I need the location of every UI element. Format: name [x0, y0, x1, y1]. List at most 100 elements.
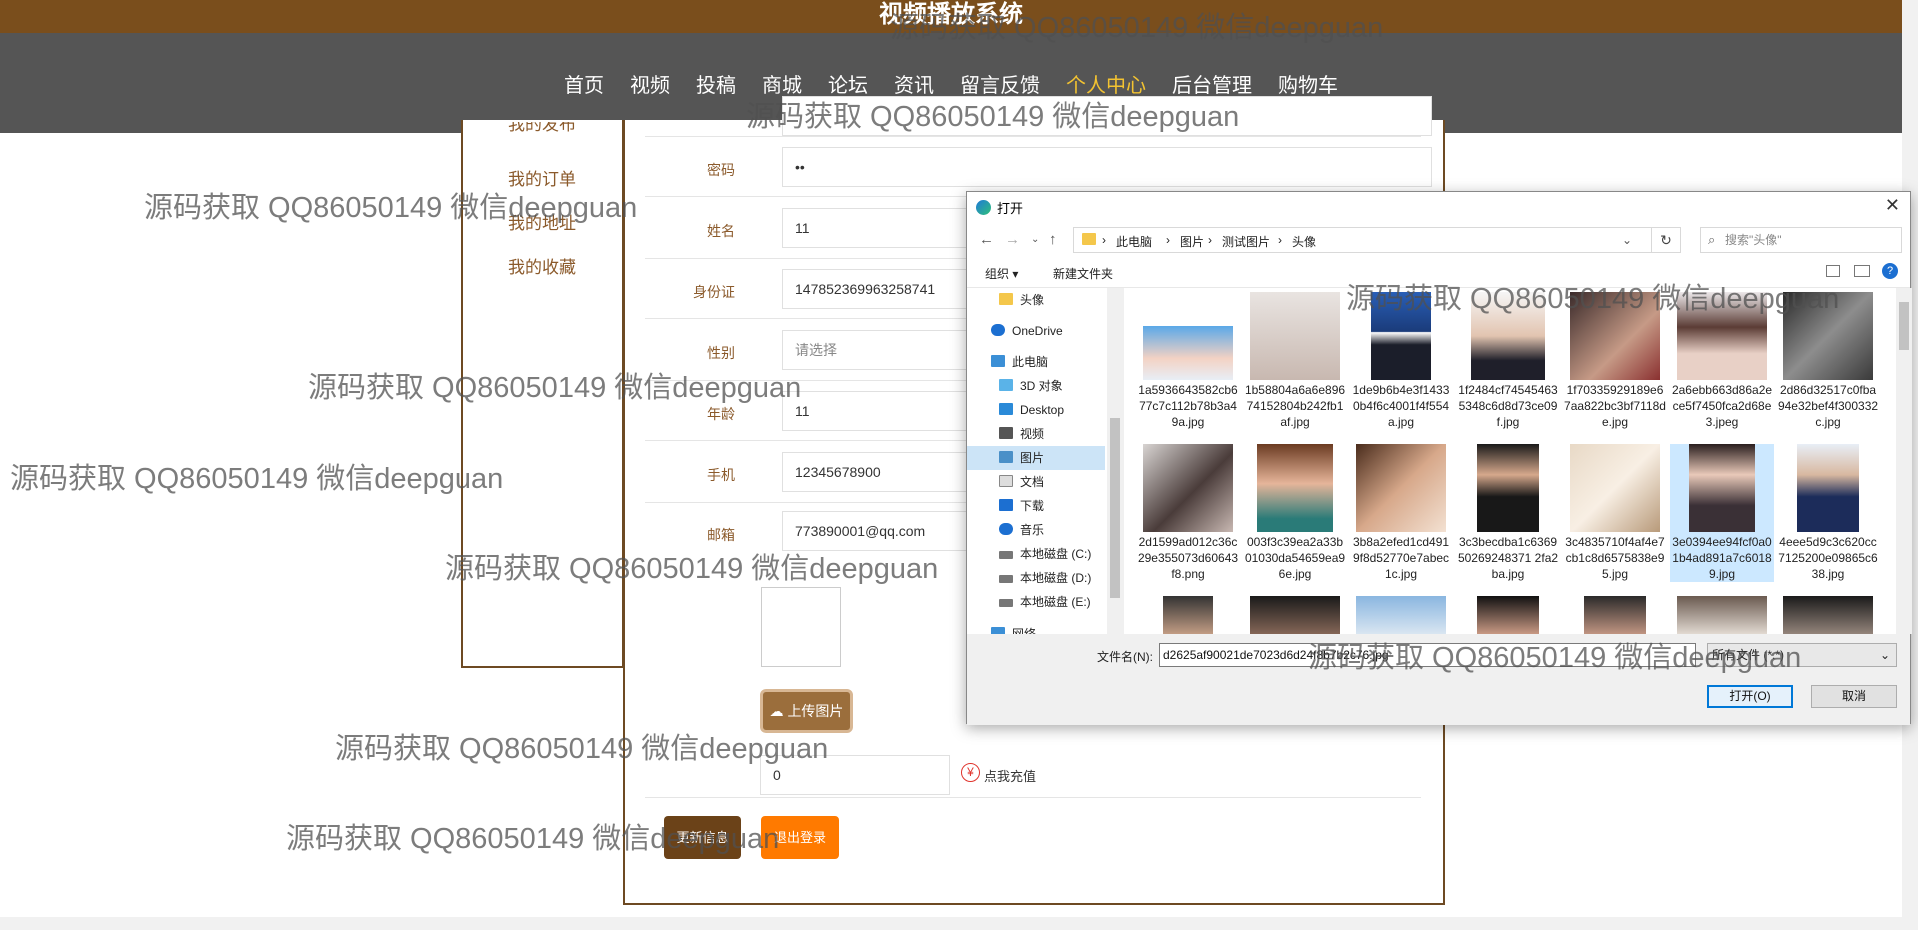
nav-desktop[interactable]: Desktop: [967, 398, 1107, 422]
file-tile[interactable]: 2a6ebb663d86a2ece5f7450fca2d68e3.jpeg: [1670, 292, 1774, 430]
update-info-button[interactable]: 更新信息: [664, 816, 741, 859]
file-tile[interactable]: [1136, 596, 1240, 634]
forward-arrow-icon[interactable]: →: [1005, 231, 1020, 248]
file-name: 1b58804a6a6e89674152804b242fb1af.jpg: [1244, 383, 1346, 429]
file-pane-scroll-thumb[interactable]: [1899, 302, 1909, 350]
file-tile[interactable]: [1456, 596, 1560, 634]
file-tile[interactable]: 3b8a2efed1cd4919f8d52770e7abec1c.jpg: [1349, 444, 1453, 582]
file-tile[interactable]: 2d1599ad012c36c29e355073d60643f8.png: [1136, 444, 1240, 582]
dialog-title: 打开: [997, 201, 1024, 216]
recent-chevron-icon[interactable]: ⌄: [1031, 234, 1039, 245]
nav-3d-objects[interactable]: 3D 对象: [967, 374, 1107, 398]
file-name: 1f70335929189e67aa822bc3bf7118de.jpg: [1564, 383, 1666, 429]
file-tile[interactable]: [1670, 596, 1774, 634]
image-thumbnail: [1257, 444, 1333, 532]
nav-pane-scrollbar[interactable]: [1107, 288, 1123, 634]
chevron-down-icon[interactable]: ⌄: [1622, 233, 1632, 247]
logout-button[interactable]: 退出登录: [761, 816, 839, 859]
nav-video[interactable]: 视频: [630, 69, 670, 98]
preview-pane-icon[interactable]: [1854, 265, 1870, 277]
balance-input[interactable]: 0: [760, 755, 950, 795]
file-tile[interactable]: 1de9b6b4e3f14330b4f6c4001f4f554a.jpg: [1349, 292, 1453, 430]
nav-shop[interactable]: 商城: [762, 69, 802, 98]
nav-drive-c[interactable]: 本地磁盘 (C:): [967, 542, 1107, 566]
image-thumbnail: [1570, 444, 1660, 532]
nav-submit[interactable]: 投稿: [696, 69, 736, 98]
side-menu: 我的发布 我的订单 我的地址 我的收藏: [461, 120, 624, 668]
nav-home[interactable]: 首页: [564, 69, 604, 98]
video-icon: [999, 427, 1013, 439]
file-tile[interactable]: 3c3becdba1c636950269248371 2fa2ba.jpg: [1456, 444, 1560, 582]
cancel-button[interactable]: 取消: [1811, 685, 1897, 708]
drive-icon: [999, 575, 1013, 583]
close-icon[interactable]: ✕: [1885, 195, 1900, 216]
idcard-label: 身份证: [693, 284, 735, 300]
dialog-footer: 文件名(N): d2625af90021de7023d6d24f8b7b2c76…: [967, 634, 1910, 725]
side-link-my-posts[interactable]: 我的发布: [508, 122, 576, 136]
nav-cart[interactable]: 购物车: [1278, 69, 1338, 98]
upload-image-button[interactable]: ☁ 上传图片: [760, 689, 853, 733]
file-tile[interactable]: 1f70335929189e67aa822bc3bf7118de.jpg: [1563, 292, 1667, 430]
search-input[interactable]: 搜索"头像": [1700, 227, 1902, 253]
nav-feedback[interactable]: 留言反馈: [960, 69, 1040, 98]
file-tile[interactable]: [1776, 596, 1880, 634]
file-tile-selected[interactable]: 3e0394ee94fcf0a01b4ad891a7c60189.jpg: [1670, 444, 1774, 582]
open-button[interactable]: 打开(O): [1707, 685, 1793, 708]
nav-videos[interactable]: 视频: [967, 422, 1107, 446]
refresh-icon[interactable]: ↻: [1651, 227, 1681, 253]
nav-personal-center[interactable]: 个人中心: [1066, 69, 1146, 98]
nav-documents[interactable]: 文档: [967, 470, 1107, 494]
file-name: 2a6ebb663d86a2ece5f7450fca2d68e3.jpeg: [1671, 383, 1773, 429]
nav-folder-avatars[interactable]: 头像: [967, 288, 1107, 312]
password-input[interactable]: ••: [782, 147, 1432, 187]
yen-icon[interactable]: ¥: [961, 763, 980, 782]
file-tile[interactable]: 4eee5d9c3c620cc7125200e09865c638.jpg: [1776, 444, 1880, 582]
crumb-avatars[interactable]: 头像: [1292, 233, 1316, 250]
file-pane-scrollbar[interactable]: [1896, 288, 1912, 634]
file-tile[interactable]: 003f3c39ea2a33b01030da54659ea96e.jpg: [1243, 444, 1347, 582]
side-link-my-address[interactable]: 我的地址: [508, 209, 576, 234]
nav-drive-d[interactable]: 本地磁盘 (D:): [967, 566, 1107, 590]
download-icon: [999, 499, 1013, 511]
file-tile[interactable]: 3c4835710f4af4e7cb1c8d6575838e95.jpg: [1563, 444, 1667, 582]
image-thumbnail: [1677, 292, 1767, 380]
top-field[interactable]: [782, 96, 1432, 136]
nav-network[interactable]: 网络: [967, 622, 1107, 634]
filename-input[interactable]: d2625af90021de7023d6d24f8b7b2c76.jpg: [1159, 643, 1696, 667]
crumb-test-pictures[interactable]: 测试图片: [1222, 233, 1270, 250]
page-bottom-strip: [0, 917, 1902, 930]
file-tile[interactable]: 1a5936643582cb677c7c112b78b3a49a.jpg: [1136, 292, 1240, 430]
help-icon[interactable]: ?: [1882, 263, 1898, 279]
nav-music[interactable]: 音乐: [967, 518, 1107, 542]
new-folder-button[interactable]: 新建文件夹: [1053, 265, 1113, 282]
nav-forum[interactable]: 论坛: [828, 69, 868, 98]
side-link-my-favorites[interactable]: 我的收藏: [508, 253, 576, 278]
nav-drive-e[interactable]: 本地磁盘 (E:): [967, 590, 1107, 614]
view-options-icon[interactable]: [1826, 265, 1840, 277]
up-arrow-icon[interactable]: ↑: [1049, 231, 1057, 248]
nav-onedrive[interactable]: OneDrive: [967, 319, 1107, 343]
file-tile[interactable]: 2d86d32517c0fba94e32bef4f300332c.jpg: [1776, 292, 1880, 430]
phone-label: 手机: [707, 467, 735, 483]
side-link-my-orders[interactable]: 我的订单: [508, 165, 576, 190]
recharge-link[interactable]: 点我充值: [984, 766, 1036, 785]
file-tile[interactable]: 1b58804a6a6e89674152804b242fb1af.jpg: [1243, 292, 1347, 430]
file-tile[interactable]: [1349, 596, 1453, 634]
nav-news[interactable]: 资讯: [894, 69, 934, 98]
nav-pane-scroll-thumb[interactable]: [1110, 418, 1120, 598]
file-tile[interactable]: [1243, 596, 1347, 634]
filetype-select[interactable]: 所有文件 (*.*) ⌄: [1707, 643, 1897, 667]
back-arrow-icon[interactable]: ←: [979, 231, 994, 248]
file-tile[interactable]: [1563, 596, 1667, 634]
crumb-pictures[interactable]: 图片: [1180, 233, 1204, 250]
nav-downloads[interactable]: 下载: [967, 494, 1107, 518]
file-tile[interactable]: 1f2484cf745454635348c6d8d73ce09f.jpg: [1456, 292, 1560, 430]
nav-pictures[interactable]: 图片: [967, 446, 1105, 470]
organize-menu[interactable]: 组织 ▾: [985, 265, 1018, 282]
file-name: 1f2484cf745454635348c6d8d73ce09f.jpg: [1458, 383, 1558, 429]
nav-admin[interactable]: 后台管理: [1172, 69, 1252, 98]
nav-this-pc[interactable]: 此电脑: [967, 350, 1107, 374]
image-thumbnail: [1584, 596, 1646, 634]
crumb-this-pc[interactable]: 此电脑: [1116, 233, 1152, 250]
address-bar[interactable]: › 此电脑 › 图片 › 测试图片 › 头像 ⌄: [1073, 227, 1681, 253]
